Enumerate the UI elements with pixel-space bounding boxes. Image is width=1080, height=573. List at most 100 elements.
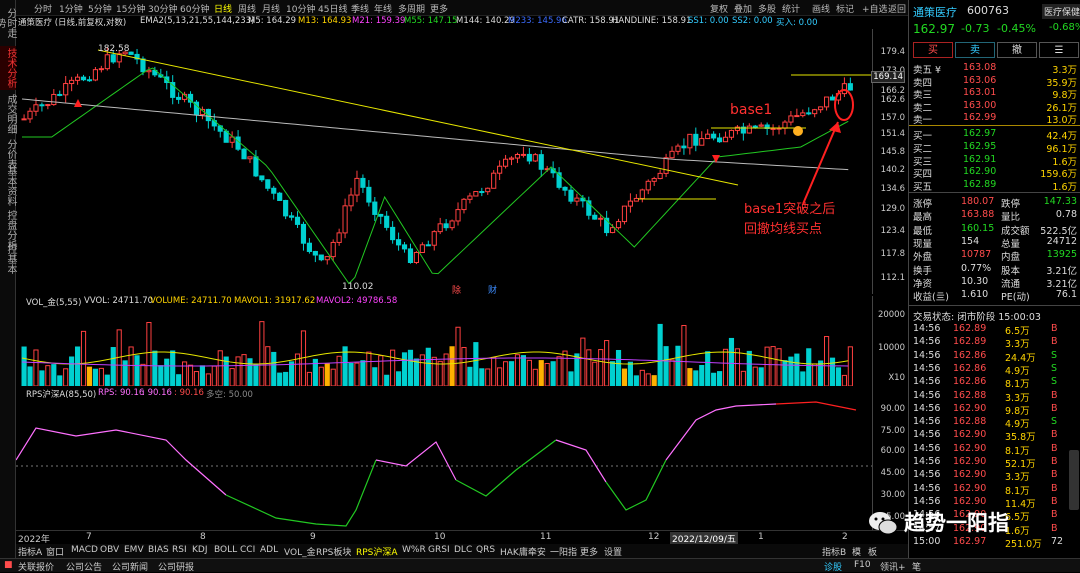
period-tab[interactable]: 45日线	[318, 2, 347, 15]
indicator-tab[interactable]: 指标A	[18, 545, 42, 558]
ma233-value: M233: 145.96	[508, 16, 567, 26]
indicator-tab[interactable]: CCI	[240, 545, 255, 555]
rps-chart[interactable]	[16, 400, 872, 530]
candle-body	[574, 197, 580, 202]
template-tab[interactable]: 模	[852, 545, 861, 558]
period-tab-active[interactable]: 日线	[214, 2, 232, 15]
period-tab[interactable]: 5分钟	[88, 2, 112, 15]
diagnose-button[interactable]: 诊股	[824, 560, 842, 573]
period-tab[interactable]: 15分钟	[116, 2, 145, 15]
period-tab[interactable]: 周线	[238, 2, 256, 15]
candle-body	[419, 244, 425, 253]
toolbar-back-button[interactable]: 返回	[888, 2, 906, 15]
board-tab[interactable]: 板	[868, 545, 877, 558]
toolbar-stats-button[interactable]: 统计	[782, 2, 800, 15]
indicator-tab-active[interactable]: RPS沪深A	[356, 545, 398, 558]
stat-label: 成交额	[1001, 225, 1030, 237]
volume-bar	[152, 350, 158, 386]
indicator-tab[interactable]: 一阳指	[550, 545, 577, 558]
tick-price: 162.89	[953, 336, 987, 348]
candle-body	[348, 194, 354, 207]
tab-trade-details[interactable]: 成交明细	[0, 92, 16, 136]
period-tab[interactable]: 分时	[34, 2, 52, 15]
pen-button[interactable]: 笔	[912, 560, 921, 573]
status-news[interactable]: 公司新闻	[112, 560, 148, 573]
period-tab[interactable]: 季线	[351, 2, 369, 15]
indicator-tab[interactable]: HAK庸牵安	[500, 545, 546, 558]
volume-bar	[413, 358, 419, 386]
volume-bar	[824, 336, 830, 386]
toolbar-mark-button[interactable]: 标记	[836, 2, 854, 15]
tab-intraday[interactable]: 分时走势	[0, 4, 16, 42]
period-tab[interactable]: 60分钟	[180, 2, 209, 15]
volume-bar	[562, 350, 568, 386]
tick-row: 14:56 162.88 3.3万 B	[909, 390, 1080, 404]
tab-basic-info[interactable]: 基本资料	[0, 166, 16, 206]
tick-scrollbar[interactable]	[1069, 450, 1079, 510]
f10-button[interactable]: F10	[854, 560, 871, 570]
bid-price: 162.97	[963, 128, 997, 139]
buy-button[interactable]: 买	[913, 42, 953, 58]
period-tab[interactable]: 10分钟	[286, 2, 315, 15]
indicator-tab[interactable]: VOL_金	[284, 545, 316, 558]
indicator-tab[interactable]: 窗口	[46, 545, 64, 558]
indicator-b-tab[interactable]: 指标B	[822, 545, 846, 558]
indicator-tab[interactable]: W%R	[402, 545, 426, 555]
indicator-tab[interactable]: MACD	[71, 545, 98, 555]
period-tab[interactable]: 30分钟	[148, 2, 177, 15]
status-announcements[interactable]: 公司公告	[66, 560, 102, 573]
period-tab[interactable]: 1分钟	[59, 2, 83, 15]
lingxun-button[interactable]: 领讯+	[880, 560, 906, 573]
event-marker-2[interactable]: 财	[488, 284, 497, 294]
candle-body	[728, 129, 735, 138]
period-tab[interactable]: 月线	[262, 2, 280, 15]
tab-control-basic[interactable]: 控基本	[0, 244, 16, 274]
indicator-tab[interactable]: OBV	[100, 545, 119, 555]
indicator-tab[interactable]: EMV	[124, 545, 144, 555]
indicator-tab[interactable]: GRSI	[428, 545, 450, 555]
indicator-tab[interactable]: DLC	[454, 545, 472, 555]
toolbar-draw-button[interactable]: 画线	[812, 2, 830, 15]
menu-icon[interactable]: ☰	[1039, 42, 1079, 58]
volume-bar	[758, 367, 764, 386]
toolbar-overlay-button[interactable]: 叠加	[734, 2, 752, 15]
tab-technical-analysis[interactable]: 技术分析	[0, 46, 16, 90]
indicator-tab[interactable]: BOLL	[214, 545, 237, 555]
candle-body	[651, 178, 657, 182]
event-marker-1[interactable]: 除	[452, 284, 461, 294]
volume-bar	[818, 360, 824, 386]
trend-line[interactable]	[97, 49, 739, 186]
tick-volume: 8.1万	[1005, 379, 1030, 391]
volume-bar	[354, 362, 360, 386]
candle-body	[526, 153, 532, 162]
status-related-quotes[interactable]: 关联报价	[18, 560, 54, 573]
toolbar-multi-button[interactable]: 多股	[758, 2, 776, 15]
volume-bar	[140, 363, 146, 386]
sell-button[interactable]: 卖	[955, 42, 995, 58]
period-tab[interactable]: 多周期	[398, 2, 425, 15]
toolbar-add-favorite-button[interactable]: +自选	[862, 2, 888, 15]
cancel-order-button[interactable]: 撤	[997, 42, 1037, 58]
indicator-tab[interactable]: 设置	[604, 545, 622, 558]
status-research[interactable]: 公司研报	[158, 560, 194, 573]
stat-row: 最低 160.15 成交额 522.5亿	[909, 223, 1080, 237]
volume-bar	[211, 365, 217, 386]
indicator-tab[interactable]: QRS	[476, 545, 495, 555]
sector-tag[interactable]: 医疗保健	[1042, 4, 1080, 19]
candle-body	[104, 54, 110, 70]
period-tab[interactable]: 年线	[374, 2, 392, 15]
indicator-tab[interactable]: ADL	[260, 545, 278, 555]
period-tab[interactable]: 更多	[430, 2, 448, 15]
tick-side: B	[1051, 336, 1058, 348]
volume-chart[interactable]	[16, 308, 872, 386]
candle-body	[27, 110, 33, 120]
indicator-tab[interactable]: RSI	[172, 545, 187, 555]
indicator-tab[interactable]: 更多	[580, 545, 598, 558]
indicator-tab[interactable]: KDJ	[192, 545, 208, 555]
indicator-tab[interactable]: RPS板块	[316, 545, 351, 558]
toolbar-restore-button[interactable]: 复权	[710, 2, 728, 15]
candle-body	[497, 165, 503, 174]
candlestick-chart[interactable]: 182.58 110.02 除 财 base1 base1突破之后 回撤均线买点	[16, 29, 872, 294]
indicator-tab[interactable]: BIAS	[148, 545, 169, 555]
watermark-text: 趋势一阳指	[904, 511, 1009, 535]
